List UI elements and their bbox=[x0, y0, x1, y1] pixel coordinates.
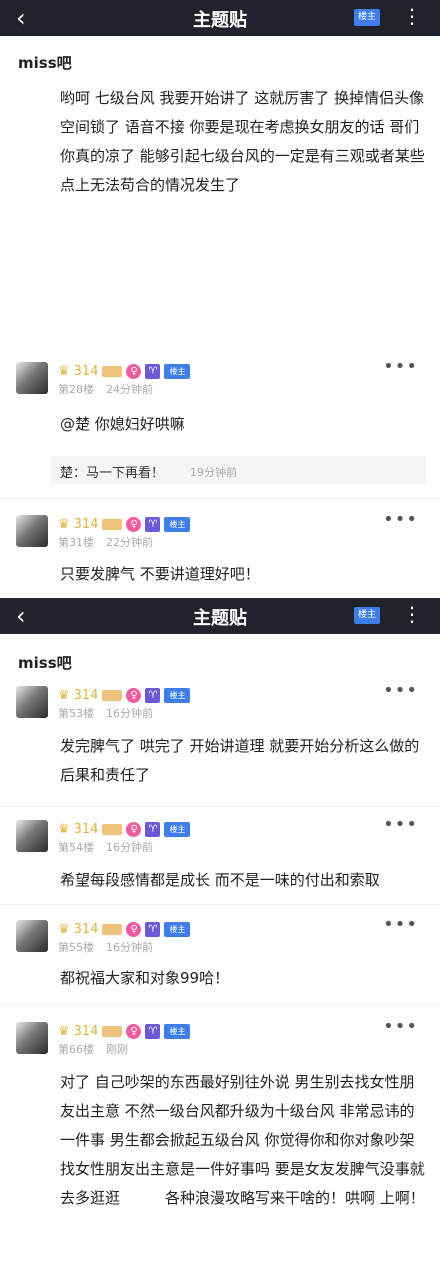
post-more-icon[interactable]: ••• bbox=[383, 914, 418, 935]
lz-badge: 楼主 bbox=[164, 516, 191, 532]
avatar[interactable] bbox=[16, 362, 48, 394]
aries-icon: ♈ bbox=[145, 821, 161, 837]
chevron-up-icon[interactable]: ⌃ bbox=[214, 24, 222, 35]
post-text: 发完脾气了 哄完了 开始讲道理 就要开始分析这么做的后果和责任了 bbox=[60, 737, 420, 784]
post-time: 16分钟前 bbox=[106, 941, 153, 954]
forum-name[interactable]: miss吧 bbox=[18, 52, 72, 73]
post-time: 24分钟前 bbox=[106, 383, 153, 396]
female-icon: ♀ bbox=[126, 1023, 142, 1039]
post-info: 第66楼 刚刚 bbox=[58, 1041, 128, 1057]
post-text: 对了 自己吵架的东西最好别往外说 男生别去找女性朋友出主意 不然一级台风都升级为… bbox=[60, 1073, 425, 1207]
vip-badge-icon bbox=[102, 365, 123, 377]
crown-icon: ♛ bbox=[58, 363, 70, 379]
crown-icon: ♛ bbox=[58, 1023, 70, 1039]
divider bbox=[0, 806, 440, 807]
more-icon[interactable]: ⋮ bbox=[402, 4, 422, 28]
vip-badge-icon bbox=[102, 689, 123, 701]
female-icon: ♀ bbox=[126, 363, 142, 379]
post-info: 第28楼 24分钟前 bbox=[58, 381, 153, 397]
avatar[interactable] bbox=[16, 686, 48, 718]
lz-badge: 楼主 bbox=[164, 821, 191, 837]
floor-number: 第55楼 bbox=[58, 941, 94, 954]
user-meta: ♛ 314 ♀ ♈ 楼主 bbox=[58, 1022, 191, 1040]
avatar[interactable] bbox=[16, 1022, 48, 1054]
post-more-icon[interactable]: ••• bbox=[383, 680, 418, 701]
crown-icon: ♛ bbox=[58, 687, 70, 703]
reply-text: 楚：马一下再看！ bbox=[60, 466, 165, 481]
user-level: 314 bbox=[73, 516, 99, 532]
reply-time: 19分钟前 bbox=[190, 466, 237, 479]
post-more-icon[interactable]: ••• bbox=[383, 1016, 418, 1037]
more-icon[interactable]: ⋮ bbox=[402, 602, 422, 626]
user-level: 314 bbox=[73, 687, 99, 703]
divider bbox=[0, 498, 440, 499]
floor-number: 第54楼 bbox=[58, 841, 94, 854]
post-info: 第53楼 16分钟前 bbox=[58, 705, 153, 721]
lz-badge: 楼主 bbox=[164, 921, 191, 937]
post-more-icon[interactable]: ••• bbox=[383, 509, 418, 530]
crown-icon: ♛ bbox=[58, 921, 70, 937]
post-time: 刚刚 bbox=[106, 1043, 128, 1056]
post-time: 22分钟前 bbox=[106, 536, 153, 549]
post-text: 只要发脾气 不要讲道理好吧！ bbox=[60, 565, 260, 583]
female-icon: ♀ bbox=[126, 921, 142, 937]
post-time: 16分钟前 bbox=[106, 707, 153, 720]
crown-icon: ♛ bbox=[58, 516, 70, 532]
female-icon: ♀ bbox=[126, 687, 142, 703]
post-more-icon[interactable]: ••• bbox=[383, 356, 418, 377]
user-meta: ♛ 314 ♀ ♈ 楼主 bbox=[58, 686, 191, 704]
aries-icon: ♈ bbox=[145, 363, 161, 379]
lz-badge: 楼主 bbox=[164, 363, 191, 379]
forum-name[interactable]: miss吧 bbox=[18, 652, 72, 673]
post-info: 第54楼 16分钟前 bbox=[58, 839, 153, 855]
crown-icon: ♛ bbox=[58, 821, 70, 837]
post-time: 16分钟前 bbox=[106, 841, 153, 854]
user-level: 314 bbox=[73, 363, 99, 379]
lz-badge: 楼主 bbox=[164, 1023, 191, 1039]
user-meta: ♛ 314 ♀ ♈ 楼主 bbox=[58, 515, 191, 533]
top-bar: ‹ 主题贴 ⌃ 楼主 ⋮ bbox=[0, 0, 440, 36]
floor-number: 第28楼 bbox=[58, 383, 94, 396]
user-level: 314 bbox=[73, 921, 99, 937]
post-info: 第55楼 16分钟前 bbox=[58, 939, 153, 955]
post-more-icon[interactable]: ••• bbox=[383, 814, 418, 835]
post-text: 希望每段感情都是成长 而不是一味的付出和索取 bbox=[60, 871, 380, 889]
divider bbox=[0, 1004, 440, 1005]
aries-icon: ♈ bbox=[145, 687, 161, 703]
avatar[interactable] bbox=[16, 515, 48, 547]
user-meta: ♛ 314 ♀ ♈ 楼主 bbox=[58, 362, 191, 380]
avatar[interactable] bbox=[16, 820, 48, 852]
lz-badge: 楼主 bbox=[164, 687, 191, 703]
vip-badge-icon bbox=[102, 923, 123, 935]
floor-number: 第66楼 bbox=[58, 1043, 94, 1056]
vip-badge-icon bbox=[102, 823, 123, 835]
top-bar: ‹ 主题贴 ⌃ 楼主 ⋮ bbox=[0, 598, 440, 634]
aries-icon: ♈ bbox=[145, 1023, 161, 1039]
floor-number: 第31楼 bbox=[58, 536, 94, 549]
user-level: 314 bbox=[73, 821, 99, 837]
user-meta: ♛ 314 ♀ ♈ 楼主 bbox=[58, 920, 191, 938]
chevron-up-icon[interactable]: ⌃ bbox=[214, 622, 222, 633]
divider bbox=[0, 904, 440, 905]
vip-badge-icon bbox=[102, 518, 123, 530]
post-text: 都祝福大家和对象99哈！ bbox=[60, 969, 230, 987]
post-text: @楚 你媳妇好哄嘛 bbox=[60, 415, 185, 433]
only-lz-toggle[interactable]: 楼主 bbox=[354, 607, 380, 624]
post-info: 第31楼 22分钟前 bbox=[58, 534, 153, 550]
avatar[interactable] bbox=[16, 920, 48, 952]
female-icon: ♀ bbox=[126, 516, 142, 532]
user-level: 314 bbox=[73, 1023, 99, 1039]
aries-icon: ♈ bbox=[145, 921, 161, 937]
main-post-text: 哟呵 七级台风 我要开始讲了 这就厉害了 换掉情侣头像 空间锁了 语音不接 你要… bbox=[60, 89, 425, 194]
female-icon: ♀ bbox=[126, 821, 142, 837]
user-meta: ♛ 314 ♀ ♈ 楼主 bbox=[58, 820, 191, 838]
floor-number: 第53楼 bbox=[58, 707, 94, 720]
aries-icon: ♈ bbox=[145, 516, 161, 532]
only-lz-toggle[interactable]: 楼主 bbox=[354, 9, 380, 26]
vip-badge-icon bbox=[102, 1025, 123, 1037]
